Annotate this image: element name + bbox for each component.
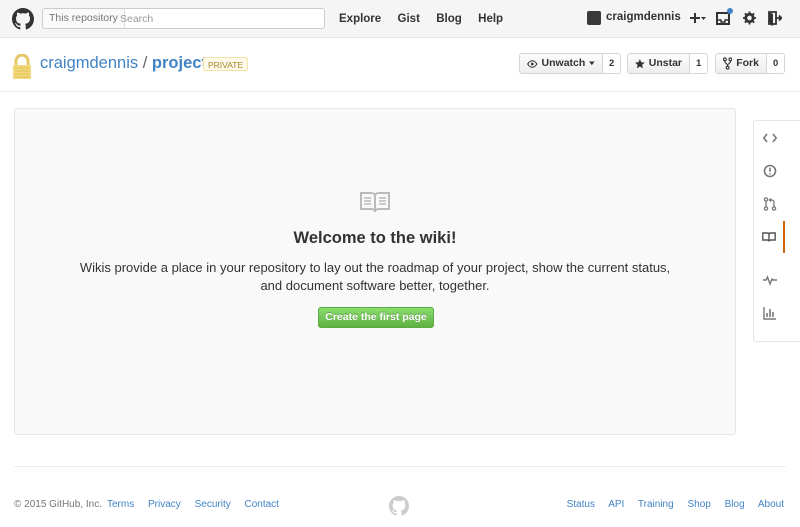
create-first-page-button[interactable]: Create the first page bbox=[318, 307, 434, 328]
repo-path-separator: / bbox=[142, 54, 148, 72]
watch-group: Unwatch 2 bbox=[519, 53, 622, 74]
user-avatar[interactable] bbox=[587, 11, 601, 25]
footer-privacy-link[interactable]: Privacy bbox=[148, 499, 181, 510]
github-logo-icon[interactable] bbox=[12, 8, 34, 30]
repo-header: craigmdennis / project PRIVATE Unwatch 2… bbox=[0, 39, 800, 92]
footer-links-left: Terms Privacy Security Contact bbox=[107, 499, 290, 510]
nav-gist-link[interactable]: Gist bbox=[398, 13, 420, 25]
star-icon bbox=[635, 58, 645, 68]
search-scope-label[interactable]: This repository bbox=[43, 9, 125, 28]
footer-blog-link[interactable]: Blog bbox=[725, 499, 745, 510]
forks-count[interactable]: 0 bbox=[767, 53, 786, 74]
repo-title: craigmdennis / project bbox=[40, 54, 207, 73]
sign-out-icon[interactable] bbox=[768, 9, 782, 27]
caret-down-icon bbox=[589, 61, 595, 66]
search-box: This repository bbox=[42, 8, 325, 29]
footer-training-link[interactable]: Training bbox=[638, 499, 674, 510]
footer-api-link[interactable]: API bbox=[608, 499, 624, 510]
pulse-icon bbox=[762, 275, 777, 286]
gear-icon[interactable] bbox=[743, 9, 756, 27]
top-nav: Explore Gist Blog Help bbox=[339, 11, 516, 25]
issues-icon bbox=[763, 164, 776, 178]
github-mark-icon[interactable] bbox=[389, 496, 409, 516]
wiki-description: Wikis provide a place in your repository… bbox=[79, 260, 671, 293]
wiki-welcome-heading: Welcome to the wiki! bbox=[293, 229, 457, 247]
sidebar-item-wiki[interactable] bbox=[754, 221, 785, 253]
footer-shop-link[interactable]: Shop bbox=[687, 499, 710, 510]
wiki-blankslate: Welcome to the wiki! Wikis provide a pla… bbox=[14, 108, 736, 435]
nav-blog-link[interactable]: Blog bbox=[436, 13, 462, 25]
code-icon bbox=[762, 133, 777, 143]
footer-contact-link[interactable]: Contact bbox=[245, 499, 279, 510]
watchers-count[interactable]: 2 bbox=[603, 53, 622, 74]
wiki-icon bbox=[761, 232, 776, 242]
eye-icon bbox=[527, 59, 538, 68]
unstar-button[interactable]: Unstar bbox=[627, 53, 690, 74]
graphs-icon bbox=[762, 307, 776, 320]
footer-terms-link[interactable]: Terms bbox=[107, 499, 134, 510]
fork-label: Fork bbox=[736, 57, 759, 69]
stargazers-count[interactable]: 1 bbox=[690, 53, 709, 74]
unstar-label: Unstar bbox=[648, 57, 682, 69]
footer-divider bbox=[14, 466, 786, 467]
footer-links-right: Status API Training Shop Blog About bbox=[567, 499, 784, 510]
book-icon bbox=[360, 192, 390, 213]
repo-sidebar-nav bbox=[753, 120, 800, 342]
sidebar-item-pull-requests[interactable] bbox=[754, 188, 785, 220]
lock-icon bbox=[13, 54, 31, 79]
sidebar-item-pulse[interactable] bbox=[754, 264, 785, 296]
nav-help-link[interactable]: Help bbox=[478, 13, 503, 25]
unwatch-label: Unwatch bbox=[541, 57, 586, 69]
search-input[interactable] bbox=[120, 9, 320, 28]
fork-button[interactable]: Fork bbox=[715, 53, 767, 74]
footer-status-link[interactable]: Status bbox=[567, 499, 595, 510]
site-header: This repository Explore Gist Blog Help c… bbox=[0, 0, 800, 38]
nav-explore-link[interactable]: Explore bbox=[339, 13, 381, 25]
repo-owner-link[interactable]: craigmdennis bbox=[40, 54, 138, 72]
private-badge: PRIVATE bbox=[203, 57, 249, 71]
sidebar-item-code[interactable] bbox=[754, 122, 785, 154]
footer-about-link[interactable]: About bbox=[758, 499, 784, 510]
copyright-text: © 2015 GitHub, Inc. bbox=[14, 499, 102, 510]
repo-name-link[interactable]: project bbox=[152, 54, 207, 72]
username-link[interactable]: craigmdennis bbox=[606, 11, 681, 23]
fork-group: Fork 0 bbox=[715, 53, 786, 74]
unwatch-button[interactable]: Unwatch bbox=[519, 53, 603, 74]
footer-security-link[interactable]: Security bbox=[195, 499, 231, 510]
star-group: Unstar 1 bbox=[627, 53, 709, 74]
sidebar-item-graphs[interactable] bbox=[754, 297, 785, 329]
sidebar-item-issues[interactable] bbox=[754, 155, 785, 187]
pull-requests-icon bbox=[763, 197, 776, 211]
fork-icon bbox=[723, 57, 733, 70]
plus-icon[interactable] bbox=[686, 9, 706, 27]
unread-indicator bbox=[727, 8, 733, 14]
